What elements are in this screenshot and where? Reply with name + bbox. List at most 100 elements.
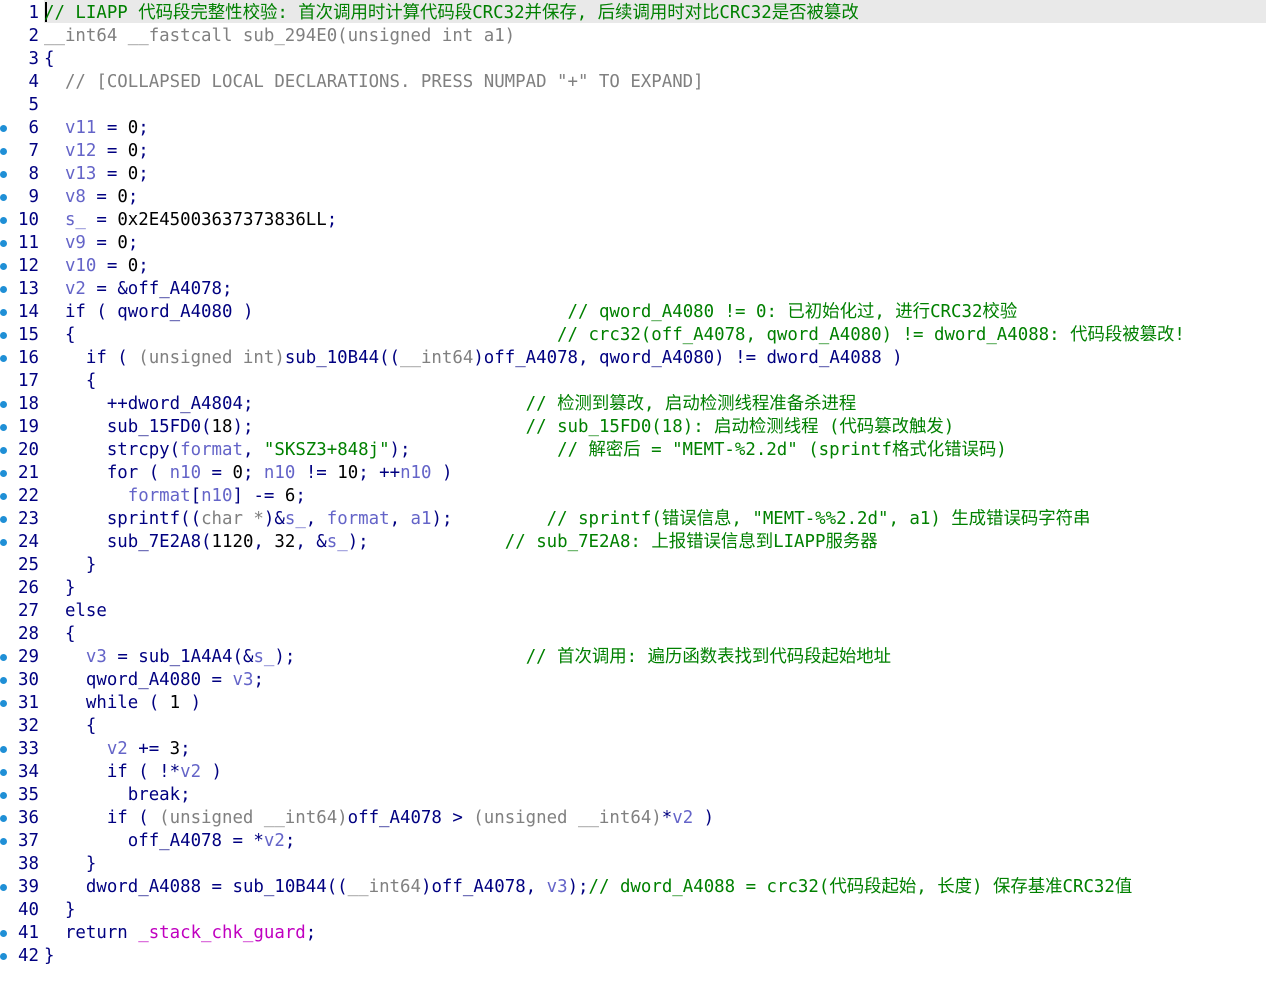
code-line[interactable]: v2 = &off_A4078;: [44, 278, 233, 301]
gutter-line[interactable]: 20: [0, 439, 44, 462]
breakpoint-marker-icon[interactable]: [0, 700, 7, 707]
gutter-line[interactable]: 6: [0, 117, 44, 140]
code-line[interactable]: { // crc32(off_A4078, qword_A4080) != dw…: [44, 324, 1185, 347]
gutter-line[interactable]: 24: [0, 531, 44, 554]
gutter-line[interactable]: 14: [0, 301, 44, 324]
code-line[interactable]: strcpy(format, "SKSZ3+848j"); // 解密后 = "…: [44, 439, 1007, 462]
gutter-line[interactable]: 3: [0, 48, 44, 71]
breakpoint-marker-icon[interactable]: [0, 677, 7, 684]
breakpoint-marker-icon[interactable]: [0, 516, 7, 523]
breakpoint-marker-icon[interactable]: [0, 447, 7, 454]
code-line[interactable]: dword_A4088 = sub_10B44((__int64)off_A40…: [44, 876, 1132, 899]
code-line[interactable]: qword_A4080 = v3;: [44, 669, 264, 692]
gutter-line[interactable]: 13: [0, 278, 44, 301]
code-line[interactable]: while ( 1 ): [44, 692, 201, 715]
gutter-line[interactable]: 42: [0, 945, 44, 968]
code-area[interactable]: // LIAPP 代码段完整性校验: 首次调用时计算代码段CRC32并保存, 后…: [44, 0, 1266, 1002]
breakpoint-marker-icon[interactable]: [0, 148, 7, 155]
gutter-line[interactable]: 34: [0, 761, 44, 784]
code-line[interactable]: }: [44, 945, 54, 968]
gutter-line[interactable]: 40: [0, 899, 44, 922]
code-line[interactable]: v3 = sub_1A4A4(&s_); // 首次调用: 遍历函数表找到代码段…: [44, 646, 891, 669]
breakpoint-marker-icon[interactable]: [0, 171, 7, 178]
gutter-line[interactable]: 4: [0, 71, 44, 94]
breakpoint-marker-icon[interactable]: [0, 815, 7, 822]
code-line[interactable]: {: [44, 370, 96, 393]
gutter-line[interactable]: 37: [0, 830, 44, 853]
code-line[interactable]: for ( n10 = 0; n10 != 10; ++n10 ): [44, 462, 453, 485]
code-line[interactable]: v12 = 0;: [44, 140, 149, 163]
code-line[interactable]: v10 = 0;: [44, 255, 149, 278]
gutter-line[interactable]: 36: [0, 807, 44, 830]
breakpoint-marker-icon[interactable]: [0, 424, 7, 431]
breakpoint-marker-icon[interactable]: [0, 792, 7, 799]
gutter-line[interactable]: 41: [0, 922, 44, 945]
code-line[interactable]: if ( (unsigned __int64)off_A4078 > (unsi…: [44, 807, 714, 830]
breakpoint-marker-icon[interactable]: [0, 930, 7, 937]
breakpoint-marker-icon[interactable]: [0, 309, 7, 316]
breakpoint-marker-icon[interactable]: [0, 217, 7, 224]
gutter-line[interactable]: 1: [0, 2, 44, 25]
code-line[interactable]: sprintf((char *)&s_, format, a1); // spr…: [44, 508, 1091, 531]
code-line[interactable]: __int64 __fastcall sub_294E0(unsigned in…: [44, 25, 515, 48]
gutter-line[interactable]: 33: [0, 738, 44, 761]
code-line[interactable]: return _stack_chk_guard;: [44, 922, 316, 945]
code-line[interactable]: {: [44, 715, 96, 738]
breakpoint-marker-icon[interactable]: [0, 654, 7, 661]
gutter-line[interactable]: 25: [0, 554, 44, 577]
code-line[interactable]: {: [44, 623, 75, 646]
gutter-line[interactable]: 31: [0, 692, 44, 715]
code-line[interactable]: v2 += 3;: [44, 738, 191, 761]
breakpoint-marker-icon[interactable]: [0, 493, 7, 500]
breakpoint-marker-icon[interactable]: [0, 539, 7, 546]
code-line[interactable]: ++dword_A4804; // 检测到篡改, 启动检测线程准备杀进程: [44, 393, 856, 416]
code-line[interactable]: }: [44, 899, 75, 922]
gutter-line[interactable]: 19: [0, 416, 44, 439]
breakpoint-marker-icon[interactable]: [0, 401, 7, 408]
gutter-line[interactable]: 26: [0, 577, 44, 600]
breakpoint-marker-icon[interactable]: [0, 953, 7, 960]
code-line[interactable]: v8 = 0;: [44, 186, 138, 209]
code-line[interactable]: else: [44, 600, 107, 623]
code-line[interactable]: }: [44, 554, 96, 577]
code-line[interactable]: v9 = 0;: [44, 232, 138, 255]
code-line[interactable]: }: [44, 853, 96, 876]
gutter-line[interactable]: 15: [0, 324, 44, 347]
gutter-line[interactable]: 7: [0, 140, 44, 163]
code-line[interactable]: }: [44, 577, 75, 600]
code-line[interactable]: off_A4078 = *v2;: [44, 830, 296, 853]
gutter-line[interactable]: 8: [0, 163, 44, 186]
gutter-line[interactable]: 5: [0, 94, 44, 117]
breakpoint-marker-icon[interactable]: [0, 125, 7, 132]
breakpoint-marker-icon[interactable]: [0, 769, 7, 776]
gutter-line[interactable]: 29: [0, 646, 44, 669]
code-line[interactable]: if ( qword_A4080 ) // qword_A4080 != 0: …: [44, 301, 1017, 324]
breakpoint-marker-icon[interactable]: [0, 194, 7, 201]
code-line[interactable]: sub_15FD0(18); // sub_15FD0(18): 启动检测线程 …: [44, 416, 954, 439]
code-line[interactable]: v13 = 0;: [44, 163, 149, 186]
code-line[interactable]: // [COLLAPSED LOCAL DECLARATIONS. PRESS …: [44, 71, 704, 94]
gutter-line[interactable]: 16: [0, 347, 44, 370]
breakpoint-marker-icon[interactable]: [0, 470, 7, 477]
gutter-line[interactable]: 21: [0, 462, 44, 485]
pseudocode-editor[interactable]: 1 2 3 4 5 6 7 8 9 10 11 12 13 14 15 16 17 18 19 20 21 22 23 24 2…: [0, 0, 1266, 1002]
code-line[interactable]: if ( !*v2 ): [44, 761, 222, 784]
gutter-line[interactable]: 9: [0, 186, 44, 209]
gutter-line[interactable]: 39: [0, 876, 44, 899]
breakpoint-marker-icon[interactable]: [0, 263, 7, 270]
breakpoint-marker-icon[interactable]: [0, 355, 7, 362]
breakpoint-marker-icon[interactable]: [0, 286, 7, 293]
gutter-line[interactable]: 35: [0, 784, 44, 807]
code-line[interactable]: break;: [44, 784, 191, 807]
gutter-line[interactable]: 10: [0, 209, 44, 232]
breakpoint-marker-icon[interactable]: [0, 884, 7, 891]
gutter-line[interactable]: 28: [0, 623, 44, 646]
code-line[interactable]: v11 = 0;: [44, 117, 149, 140]
gutter-line[interactable]: 27: [0, 600, 44, 623]
code-line[interactable]: {: [44, 48, 54, 71]
code-line[interactable]: if ( (unsigned int)sub_10B44((__int64)of…: [44, 347, 903, 370]
gutter-line[interactable]: 12: [0, 255, 44, 278]
gutter-line[interactable]: 17: [0, 370, 44, 393]
code-line[interactable]: s_ = 0x2E45003637373836LL;: [44, 209, 337, 232]
gutter-line[interactable]: 18: [0, 393, 44, 416]
